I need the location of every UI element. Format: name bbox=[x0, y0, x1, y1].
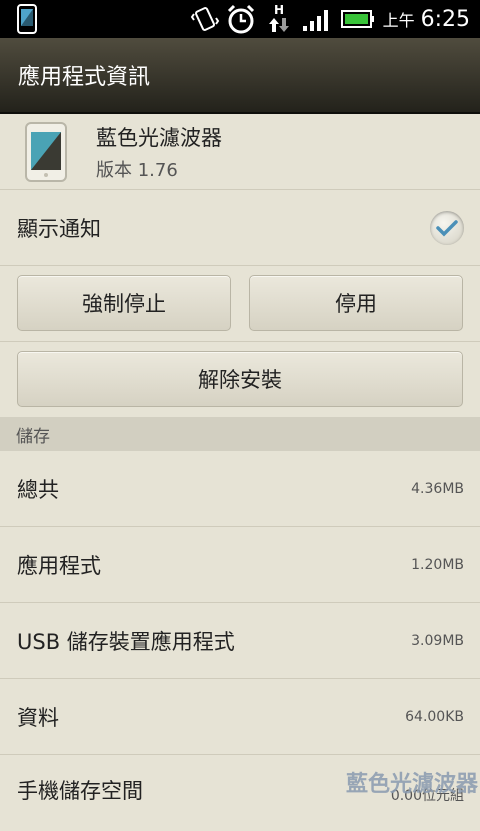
status-bar: H 上午 6:25 bbox=[0, 0, 480, 38]
storage-row-usb-app: USB 儲存裝置應用程式 3.09MB bbox=[0, 603, 480, 679]
alarm-icon bbox=[224, 0, 258, 38]
force-stop-button[interactable]: 強制停止 bbox=[17, 275, 231, 331]
time-label: 6:25 bbox=[420, 6, 470, 32]
app-name: 藍色光濾波器 bbox=[96, 125, 222, 150]
network-type-label: H bbox=[273, 3, 285, 17]
watermark: 藍色光濾波器 bbox=[345, 772, 478, 797]
storage-row-label: 手機儲存空間 bbox=[17, 779, 143, 803]
status-clock: 上午 6:25 bbox=[383, 0, 470, 38]
storage-row-value: 4.36MB bbox=[411, 480, 464, 497]
battery-icon bbox=[340, 0, 376, 38]
storage-section-header: 儲存 bbox=[0, 417, 480, 451]
page-title: 應用程式資訊 bbox=[18, 65, 151, 90]
storage-row-data: 資料 64.00KB bbox=[0, 679, 480, 755]
storage-row-value: 3.09MB bbox=[411, 632, 464, 649]
data-arrows-icon: H bbox=[264, 0, 294, 38]
divider bbox=[0, 341, 480, 342]
storage-row-value: 1.20MB bbox=[411, 556, 464, 573]
ampm-label: 上午 bbox=[382, 11, 415, 30]
show-notification-label: 顯示通知 bbox=[17, 216, 101, 241]
storage-row-label: 應用程式 bbox=[17, 553, 101, 578]
signal-icon bbox=[300, 0, 334, 38]
check-icon bbox=[436, 219, 458, 236]
disable-button[interactable]: 停用 bbox=[249, 275, 463, 331]
storage-row-label: USB 儲存裝置應用程式 bbox=[17, 629, 235, 654]
app-icon bbox=[24, 121, 68, 182]
uninstall-button[interactable]: 解除安裝 bbox=[17, 351, 463, 407]
storage-row-total: 總共 4.36MB bbox=[0, 451, 480, 527]
storage-row-value: 64.00KB bbox=[405, 708, 464, 725]
show-notification-row[interactable]: 顯示通知 bbox=[0, 190, 480, 266]
show-notification-checkbox[interactable] bbox=[430, 210, 464, 245]
app-version: 版本 1.76 bbox=[96, 159, 178, 181]
storage-row-label: 資料 bbox=[17, 705, 59, 730]
title-bar: 應用程式資訊 bbox=[0, 38, 480, 114]
storage-row-app: 應用程式 1.20MB bbox=[0, 527, 480, 603]
vibrate-icon bbox=[188, 0, 222, 38]
app-header: 藍色光濾波器 版本 1.76 bbox=[0, 114, 480, 190]
phone-icon bbox=[12, 0, 42, 38]
storage-row-label: 總共 bbox=[17, 477, 59, 502]
